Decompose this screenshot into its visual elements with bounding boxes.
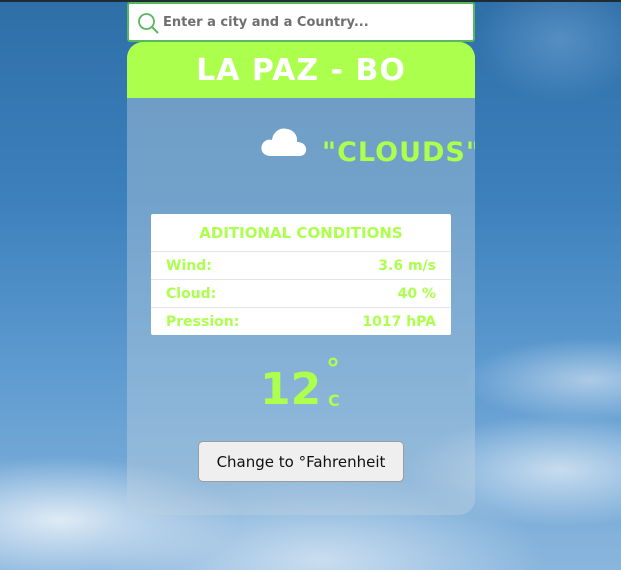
weather-summary: "CLOUDS" <box>127 120 475 168</box>
search-bar <box>127 2 475 42</box>
temperature-unit: C <box>328 391 340 410</box>
weather-description: "CLOUDS" <box>322 137 475 168</box>
conditions-title: ADITIONAL CONDITIONS <box>151 214 451 252</box>
condition-value: 40 % <box>397 285 436 302</box>
cloud-icon <box>259 122 309 162</box>
card-header: LA PAZ - BO <box>127 42 475 98</box>
temperature-display: 12 ° C <box>127 352 475 420</box>
location-title: LA PAZ - BO <box>196 52 406 88</box>
search-input[interactable] <box>163 9 463 35</box>
temperature-value: 12 <box>260 364 322 415</box>
condition-row-wind: Wind: 3.6 m/s <box>151 252 451 280</box>
condition-row-pression: Pression: 1017 hPA <box>151 308 451 336</box>
weather-card: LA PAZ - BO "CLOUDS" ADITIONAL CONDITION… <box>127 42 475 515</box>
condition-label: Wind: <box>166 257 212 274</box>
search-icon[interactable] <box>137 12 159 34</box>
degree-symbol: ° <box>326 352 340 385</box>
condition-value: 3.6 m/s <box>378 257 436 274</box>
conditions-panel: ADITIONAL CONDITIONS Wind: 3.6 m/s Cloud… <box>151 214 451 335</box>
change-unit-button[interactable]: Change to °Fahrenheit <box>198 441 404 482</box>
condition-value: 1017 hPA <box>362 314 436 330</box>
condition-label: Pression: <box>166 314 240 330</box>
condition-row-cloud: Cloud: 40 % <box>151 280 451 308</box>
condition-label: Cloud: <box>166 285 217 302</box>
